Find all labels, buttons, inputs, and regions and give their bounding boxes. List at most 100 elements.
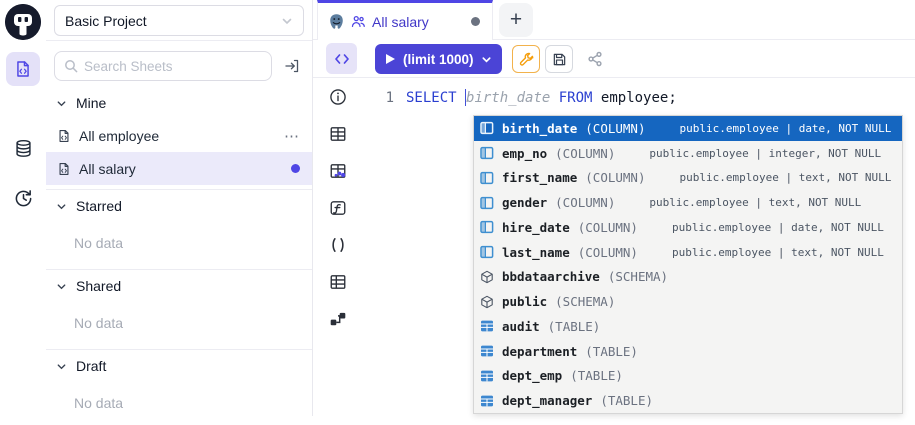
chevron-down-icon[interactable] — [481, 54, 492, 65]
autocomplete-item[interactable]: last_name (COLUMN) public.employee | tex… — [474, 240, 902, 265]
database-icon — [14, 139, 33, 158]
project-row: Basic Project — [46, 0, 312, 41]
autocomplete-item-kind: (COLUMN) — [555, 146, 615, 161]
app-logo[interactable] — [5, 4, 41, 40]
project-name: Basic Project — [65, 13, 147, 29]
autocomplete-item-kind: (TABLE) — [570, 368, 623, 383]
autocomplete-item-detail: public.employee | date, NOT NULL — [679, 122, 891, 135]
info-icon[interactable] — [327, 86, 349, 108]
autocomplete-item[interactable]: dept_emp (TABLE) — [474, 364, 902, 389]
table-panel-icon[interactable] — [327, 123, 349, 145]
function-icon[interactable] — [327, 197, 349, 219]
project-selector[interactable]: Basic Project — [54, 5, 304, 36]
line-number: 1 — [362, 90, 394, 106]
table-list-icon[interactable] — [327, 271, 349, 293]
import-sheet-icon[interactable] — [280, 54, 304, 78]
sheet-code-icon — [14, 60, 32, 78]
share-button[interactable] — [581, 45, 609, 73]
autocomplete-item[interactable]: hire_date (COLUMN) public.employee | dat… — [474, 215, 902, 240]
autocomplete-item-name: last_name — [502, 245, 570, 260]
play-icon — [385, 53, 396, 65]
search-icon — [64, 59, 78, 73]
sheet-item-label: All salary — [79, 161, 283, 177]
autocomplete-item[interactable]: dept_manager (TABLE) — [474, 388, 902, 413]
search-box[interactable] — [54, 51, 272, 81]
sidebar-item-history[interactable] — [6, 181, 40, 215]
column-icon — [480, 121, 494, 135]
save-button[interactable] — [545, 45, 573, 73]
history-icon — [14, 189, 33, 208]
run-query-button[interactable]: (limit 1000) — [375, 44, 502, 74]
autocomplete-item[interactable]: bbdataarchive (SCHEMA) — [474, 265, 902, 290]
autocomplete-item[interactable]: emp_no (COLUMN) public.employee | intege… — [474, 141, 902, 166]
sheet-code-icon — [57, 162, 71, 176]
autocomplete-item-name: dept_emp — [502, 368, 562, 383]
sql-keyword-from: FROM — [559, 90, 593, 106]
autocomplete-item-kind: (TABLE) — [600, 393, 653, 408]
editor-side-icons — [313, 78, 362, 416]
tab-all-salary[interactable]: All salary — [317, 0, 493, 40]
left-rail — [0, 0, 46, 416]
autocomplete-item[interactable]: public (SCHEMA) — [474, 289, 902, 314]
autocomplete-item[interactable]: birth_date (COLUMN) public.employee | da… — [474, 116, 902, 141]
autocomplete-item[interactable]: gender (COLUMN) public.employee | text, … — [474, 190, 902, 215]
tab-unsaved-dot — [471, 17, 480, 26]
column-icon — [480, 146, 494, 160]
empty-state-label: No data — [46, 222, 312, 265]
autocomplete-item-kind: (COLUMN) — [555, 195, 615, 210]
schema-diagram-icon[interactable] — [327, 308, 349, 330]
autocomplete-item-name: department — [502, 344, 577, 359]
autocomplete-item-kind: (COLUMN) — [585, 121, 645, 136]
postgres-icon — [328, 13, 345, 30]
autocomplete-item-name: emp_no — [502, 146, 547, 161]
search-input[interactable] — [84, 59, 262, 74]
autocomplete-item-kind: (SCHEMA) — [555, 294, 615, 309]
sheet-tree: Mine All employee ⋯ All salary — [46, 87, 312, 425]
table-ai-icon[interactable] — [327, 160, 349, 182]
sheet-list-item[interactable]: All employee ⋯ — [46, 119, 312, 152]
autocomplete-item-name: birth_date — [502, 121, 577, 136]
autocomplete-dropdown: birth_date (COLUMN) public.employee | da… — [473, 115, 903, 414]
tree-section-label: Mine — [76, 95, 106, 111]
parentheses-icon[interactable] — [327, 234, 349, 256]
tree-section-label: Starred — [76, 198, 122, 214]
run-limit-label: (limit 1000) — [403, 52, 474, 67]
autocomplete-item[interactable]: department (TABLE) — [474, 339, 902, 364]
autocomplete-item-name: bbdataarchive — [502, 269, 600, 284]
autocomplete-item-kind: (TABLE) — [548, 319, 601, 334]
new-tab-button[interactable]: + — [499, 3, 533, 37]
autocomplete-item-detail: public.employee | text, NOT NULL — [679, 171, 891, 184]
sidebar-item-sheets[interactable] — [6, 52, 40, 86]
autocomplete-item-name: first_name — [502, 170, 577, 185]
empty-state-label: No data — [46, 382, 312, 425]
sheet-item-menu[interactable]: ⋯ — [284, 127, 300, 145]
sheet-sidebar: Basic Project Mine — [46, 0, 313, 416]
tree-section-header[interactable]: Starred — [46, 190, 312, 222]
empty-state-label: No data — [46, 302, 312, 345]
tree-section-header[interactable]: Draft — [46, 350, 312, 382]
column-icon — [480, 171, 494, 185]
tree-section-header[interactable]: Mine — [46, 87, 312, 119]
chevron-down-icon — [281, 15, 293, 27]
chevron-down-icon — [56, 361, 67, 372]
autocomplete-item-name: dept_manager — [502, 393, 592, 408]
autocomplete-item-kind: (COLUMN) — [578, 220, 638, 235]
format-wrench-button[interactable] — [512, 45, 540, 73]
chevron-down-icon — [56, 281, 67, 292]
autocomplete-item-detail: public.employee | text, NOT NULL — [672, 246, 884, 259]
editor-toolbar: (limit 1000) — [313, 40, 915, 78]
tree-section-label: Draft — [76, 358, 106, 374]
autocomplete-item-detail: public.employee | text, NOT NULL — [649, 196, 861, 209]
sidebar-item-databases[interactable] — [6, 131, 40, 165]
autocomplete-item[interactable]: first_name (COLUMN) public.employee | te… — [474, 166, 902, 191]
table-icon — [480, 344, 494, 358]
autocomplete-item-kind: (TABLE) — [585, 344, 638, 359]
autocomplete-item-kind: (COLUMN) — [585, 170, 645, 185]
schema-icon — [480, 270, 494, 284]
tree-section-header[interactable]: Shared — [46, 270, 312, 302]
search-row — [46, 41, 312, 87]
autocomplete-item[interactable]: audit (TABLE) — [474, 314, 902, 339]
column-icon — [480, 196, 494, 210]
sheet-list-item[interactable]: All salary — [46, 152, 312, 185]
code-view-toggle[interactable] — [326, 43, 357, 74]
